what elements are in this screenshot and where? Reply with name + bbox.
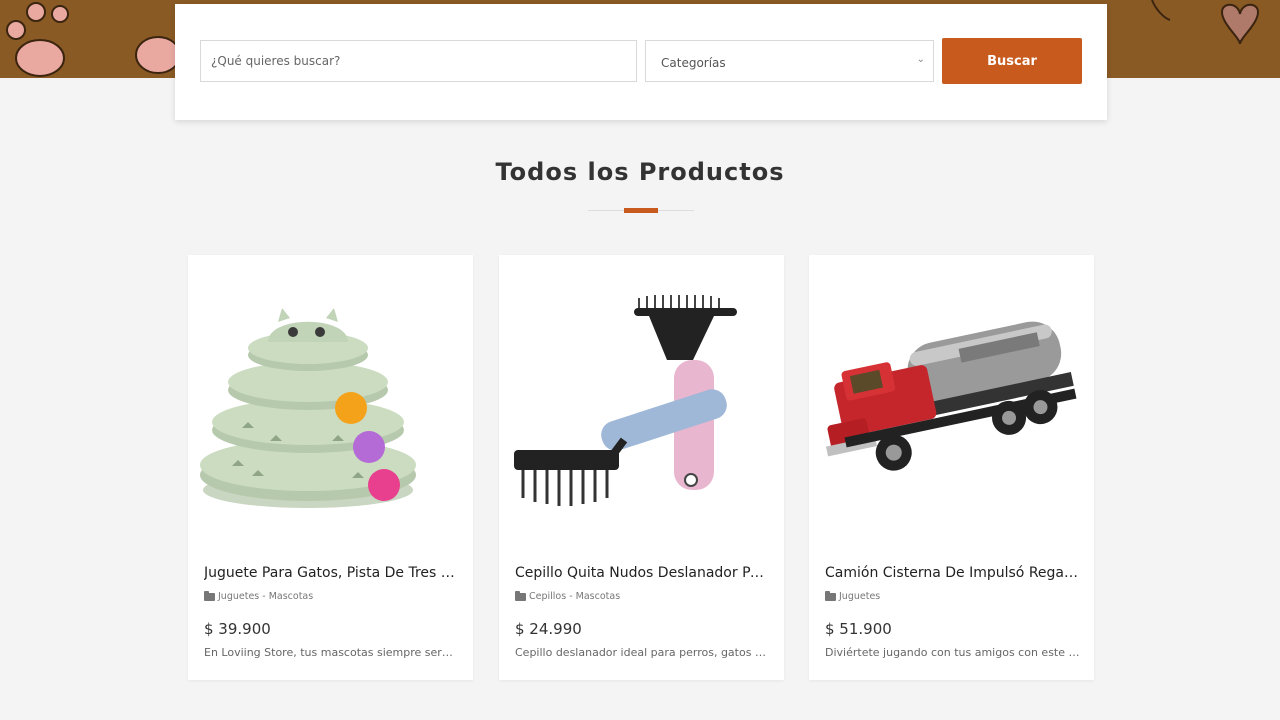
search-card: Categorías ⌄ Buscar [175, 4, 1107, 120]
search-input[interactable] [200, 40, 637, 82]
title-accent-bar [624, 208, 658, 213]
product-category: Cepillos - Mascotas [515, 590, 621, 602]
product-description: Cepillo deslanador ideal para perros, ga… [515, 646, 770, 659]
product-category-label: Cepillos - Mascotas [529, 591, 621, 602]
product-name[interactable]: Juguete Para Gatos, Pista De Tres Nivele… [204, 565, 459, 581]
tanker-truck-image [825, 321, 1077, 471]
category-select[interactable]: Categorías ⌄ [645, 40, 934, 82]
folder-icon [515, 590, 526, 601]
product-description: Diviértete jugando con tus amigos con es… [825, 646, 1080, 659]
product-price: $ 51.900 [825, 620, 892, 638]
product-name[interactable]: Camión Cisterna De Impulsó Regalo Para N… [825, 565, 1080, 581]
search-button[interactable]: Buscar [942, 38, 1082, 84]
product-price: $ 24.990 [515, 620, 582, 638]
product-category-label: Juguetes - Mascotas [218, 591, 314, 602]
product-price: $ 39.900 [204, 620, 271, 638]
product-card[interactable]: Juguete Para Gatos, Pista De Tres Nivele… [188, 255, 473, 680]
cat-toy-tower-image [200, 308, 416, 508]
product-category: Juguetes [825, 590, 881, 602]
chevron-down-icon: ⌄ [916, 54, 925, 65]
grooming-brush-image [514, 295, 737, 506]
folder-icon [204, 590, 215, 601]
product-name[interactable]: Cepillo Quita Nudos Deslanador Para Masc… [515, 565, 770, 581]
product-card[interactable]: Camión Cisterna De Impulsó Regalo Para N… [809, 255, 1094, 680]
category-select-value: Categorías [661, 55, 726, 70]
product-category-label: Juguetes [839, 591, 881, 602]
folder-icon [825, 590, 836, 601]
page-title: Todos los Productos [495, 158, 785, 186]
product-card[interactable]: Cepillo Quita Nudos Deslanador Para Masc… [499, 255, 784, 680]
product-description: En Loviing Store, tus mascotas siempre s… [204, 646, 459, 659]
product-category: Juguetes - Mascotas [204, 590, 314, 602]
